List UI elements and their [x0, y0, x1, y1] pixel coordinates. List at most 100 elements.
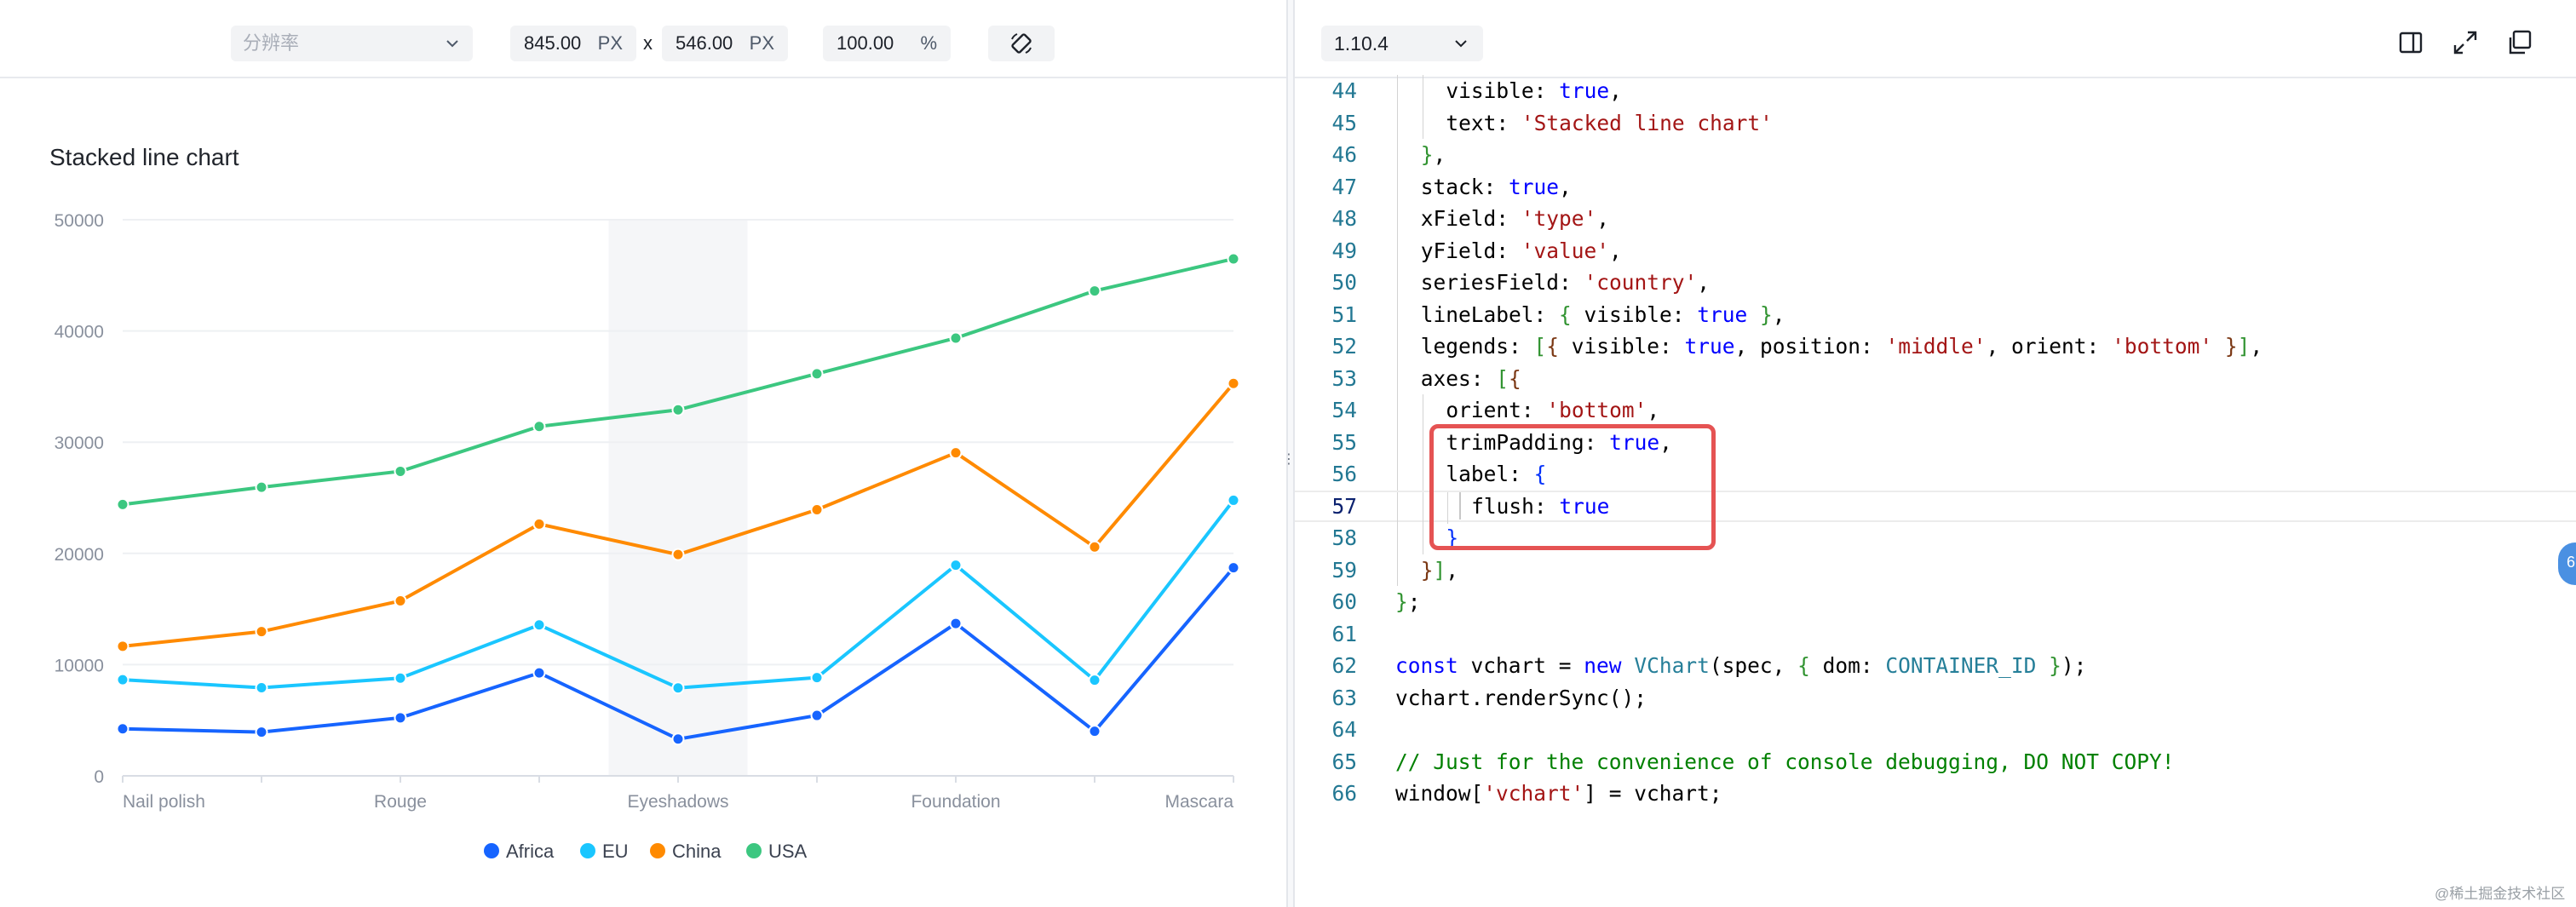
line-number: 54: [1331, 398, 1357, 422]
data-point-china[interactable]: [671, 548, 685, 561]
code-line[interactable]: 63 vchart.renderSync();: [1295, 682, 2576, 715]
side-badge-label: 6: [2567, 554, 2576, 571]
drag-handle-icon[interactable]: ⋮: [1282, 453, 1296, 467]
data-point-eu[interactable]: [949, 559, 963, 572]
code-line[interactable]: 44 visible: true,: [1295, 75, 2576, 107]
rotate-button[interactable]: [988, 26, 1055, 61]
data-point-eu[interactable]: [255, 680, 268, 694]
data-point-usa[interactable]: [116, 497, 129, 511]
code-line[interactable]: 48 xField: 'type',: [1295, 203, 2576, 235]
code-text: // Just for the convenience of console d…: [1395, 749, 2175, 774]
code-line[interactable]: 66 window['vchart'] = vchart;: [1295, 778, 2576, 810]
copy-icon[interactable]: [2505, 28, 2534, 57]
split-view-icon[interactable]: [2396, 28, 2425, 57]
line-number: 48: [1331, 206, 1357, 231]
line-number: 62: [1331, 653, 1357, 678]
data-point-eu[interactable]: [1227, 493, 1240, 507]
code-line[interactable]: 65 // Just for the convenience of console…: [1295, 746, 2576, 778]
code-line[interactable]: 52 legends: [{ visible: true, position: '…: [1295, 330, 2576, 363]
code-line[interactable]: 54 orient: 'bottom',: [1295, 394, 2576, 427]
line-number: 55: [1331, 429, 1357, 455]
data-point-africa[interactable]: [255, 726, 268, 739]
data-point-usa[interactable]: [532, 420, 546, 433]
data-point-africa[interactable]: [1088, 725, 1101, 738]
code-line[interactable]: 64: [1295, 714, 2576, 746]
code-text: xField: 'type',: [1420, 206, 1609, 231]
code-line[interactable]: 61: [1295, 618, 2576, 651]
code-text: vchart.renderSync();: [1395, 685, 1647, 710]
legend-item-eu[interactable]: EU: [580, 841, 629, 862]
code-text: yField: 'value',: [1420, 238, 1622, 263]
indent-guide: [1397, 139, 1398, 171]
data-point-china[interactable]: [949, 446, 963, 460]
data-point-china[interactable]: [394, 594, 407, 608]
width-unit: PX: [597, 32, 623, 54]
resolution-select[interactable]: 分辨率: [231, 26, 473, 61]
indent-guide: [1397, 267, 1398, 299]
data-point-eu[interactable]: [116, 673, 129, 686]
code-line[interactable]: 50 seriesField: 'country',: [1295, 267, 2576, 299]
chevron-down-icon: [1455, 40, 1467, 48]
code-line[interactable]: 53 axes: [{: [1295, 362, 2576, 394]
data-point-usa[interactable]: [1088, 284, 1101, 298]
zoom-unit: %: [920, 32, 937, 54]
rotate-icon: [1011, 33, 1032, 54]
data-point-eu[interactable]: [1088, 674, 1101, 687]
line-number: 49: [1331, 238, 1357, 263]
data-point-africa[interactable]: [394, 711, 407, 725]
legend-marker: [580, 843, 595, 858]
data-point-eu[interactable]: [532, 618, 546, 632]
data-point-eu[interactable]: [810, 671, 824, 685]
data-point-china[interactable]: [116, 640, 129, 653]
width-input[interactable]: 845.00 PX: [510, 26, 636, 61]
legend-item-usa[interactable]: USA: [746, 841, 808, 862]
data-point-usa[interactable]: [810, 367, 824, 381]
data-point-africa[interactable]: [1227, 561, 1240, 575]
data-point-china[interactable]: [532, 517, 546, 531]
data-point-usa[interactable]: [949, 331, 963, 345]
legend-label: China: [672, 841, 722, 862]
indent-guide: [1397, 394, 1398, 427]
data-point-china[interactable]: [1088, 540, 1101, 554]
code-text: },: [1420, 142, 1446, 167]
data-point-africa[interactable]: [949, 617, 963, 630]
code-text: stack: true,: [1420, 174, 1572, 199]
fullscreen-icon[interactable]: [2451, 28, 2480, 57]
y-tick-label: 40000: [55, 323, 104, 342]
legend-item-africa[interactable]: Africa: [484, 841, 555, 862]
data-point-china[interactable]: [255, 625, 268, 639]
code-line[interactable]: 62 const vchart = new VChart(spec, { dom:…: [1295, 650, 2576, 682]
data-point-usa[interactable]: [1227, 252, 1240, 266]
code-line[interactable]: 47 stack: true,: [1295, 170, 2576, 203]
code-line[interactable]: 59}],: [1295, 554, 2576, 586]
line-number: 66: [1331, 781, 1357, 806]
code-line[interactable]: 46},: [1295, 139, 2576, 171]
data-point-china[interactable]: [810, 502, 824, 516]
data-point-usa[interactable]: [255, 480, 268, 494]
code-line[interactable]: 60};: [1295, 586, 2576, 618]
code-line[interactable]: 51 lineLabel: { visible: true },: [1295, 298, 2576, 330]
height-input[interactable]: 546.00 PX: [662, 26, 788, 61]
data-point-africa[interactable]: [671, 732, 685, 746]
legend-marker: [650, 843, 665, 858]
data-point-africa[interactable]: [116, 722, 129, 736]
zoom-input[interactable]: 100.00 %: [823, 26, 951, 61]
data-point-africa[interactable]: [810, 709, 824, 722]
legend[interactable]: Africa EU China USA: [484, 841, 808, 862]
indent-guide: [1397, 362, 1398, 394]
code-line[interactable]: 49 yField: 'value',: [1295, 234, 2576, 267]
data-point-eu[interactable]: [394, 671, 407, 685]
data-point-usa[interactable]: [394, 464, 407, 478]
data-point-eu[interactable]: [671, 681, 685, 695]
stacked-line-chart[interactable]: 0 10000 20000 30000 40000 50000 Nail polish Rou…: [0, 78, 1286, 904]
data-point-china[interactable]: [1227, 376, 1240, 390]
legend-item-china[interactable]: China: [650, 841, 722, 862]
code-text: };: [1395, 589, 1421, 614]
legend-label: Africa: [506, 841, 555, 862]
data-point-usa[interactable]: [671, 403, 685, 416]
data-point-africa[interactable]: [532, 666, 546, 680]
version-select[interactable]: 1.10.4: [1321, 26, 1483, 61]
chart-title: Stacked line chart: [49, 144, 239, 170]
code-line[interactable]: 45 text: 'Stacked line chart': [1295, 106, 2576, 139]
code-text: seriesField: 'country',: [1420, 270, 1710, 295]
